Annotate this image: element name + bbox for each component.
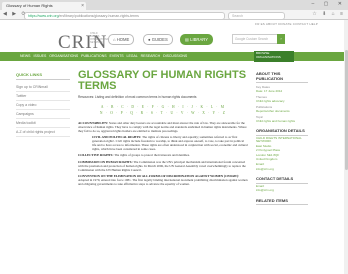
- quick-links-heading: QUICK LINKS: [16, 72, 70, 80]
- entry-term: COLLECTIVE RIGHTS:: [78, 153, 114, 158]
- url-bar: ◀ ▶ ⟳ https://www.crin.org/en/library/pu…: [0, 10, 348, 20]
- home-label: HOME: [116, 37, 130, 42]
- glossary-entry: CIVIL AND POLITICAL RIGHTS: The rights o…: [78, 135, 248, 151]
- about-publication-heading: ABOUT THIS PUBLICATION: [256, 71, 308, 83]
- main-menu[interactable]: NEWS ISSUES ORGANISATIONS PUBLICATIONS E…: [20, 52, 187, 61]
- alphabet-index[interactable]: A · B · C · D · E · F · G · H · I · J · …: [78, 104, 248, 116]
- home-icon: ⌂: [113, 37, 116, 42]
- main-content: GLOSSARY OF HUMAN RIGHTS TERMS Resources…: [78, 70, 248, 188]
- organisation-details-heading: ORGANISATION DETAILS: [256, 128, 308, 136]
- quick-link[interactable]: A-Z of child rights project: [16, 128, 70, 137]
- entry-definition: The rights of groups to protect their in…: [114, 153, 190, 158]
- quick-links: QUICK LINKS Sign up to CRINmail Twitter …: [16, 72, 70, 137]
- toolbar-icons[interactable]: ☆ ⬇ ⌂ ≡: [312, 11, 345, 17]
- quick-link[interactable]: Sign up to CRINmail: [16, 83, 70, 92]
- entry-definition: Adopted in 1979, entered into force 1981…: [78, 177, 248, 186]
- guides-icon: ●: [148, 37, 151, 42]
- glossary-entry: COMMISSION ON HUMAN RIGHTS: The Commissi…: [78, 160, 248, 172]
- quick-link[interactable]: Campaigns: [16, 110, 70, 119]
- browser-tab[interactable]: Glossary of Human Rights ×: [2, 2, 86, 10]
- guides-button[interactable]: ● GUIDES: [143, 34, 173, 45]
- org-line[interactable]: CHILD RIGHTS INTERNATIONAL NETWORK: [256, 136, 308, 144]
- search-go-button[interactable]: ›: [277, 34, 285, 44]
- intro-text: Resources: Listing and definition of mos…: [78, 95, 197, 99]
- address-field[interactable]: https://www.crin.org/en/library/publicat…: [24, 11, 225, 20]
- org-email-link[interactable]: info@crin.org: [256, 167, 308, 172]
- quick-link[interactable]: Copy a video: [16, 101, 70, 110]
- browser-window: Glossary of Human Rights × – ▢ ✕ ◀ ▶ ⟳ h…: [0, 0, 348, 274]
- library-button[interactable]: ▤ LIBRARY: [180, 34, 213, 45]
- glossary-body: ACCOUNTABILITY: States and other duty be…: [78, 121, 248, 186]
- alphabet-row[interactable]: N · O · P · Q · R · S · T · U · V · W · …: [78, 110, 248, 116]
- tab-title: Glossary of Human Rights: [6, 3, 53, 8]
- window-controls[interactable]: – ▢ ✕: [312, 1, 346, 7]
- publication-sidebar: ABOUT THIS PUBLICATION Key Dates Date: 1…: [256, 71, 308, 206]
- library-label: LIBRARY: [190, 37, 208, 42]
- contact-details-heading: CONTACT DETAILS: [256, 177, 308, 184]
- guides-label: GUIDES: [151, 37, 168, 42]
- site-search-input[interactable]: Google Custom Search: [232, 34, 278, 44]
- url-host: https://www.crin.org: [28, 13, 59, 18]
- quick-link[interactable]: Media toolkit: [16, 119, 70, 128]
- top-links[interactable]: FR ES ABOUT DONATE CONTACT HELP: [255, 22, 318, 26]
- field-value[interactable]: Reports/other documents: [256, 109, 308, 113]
- library-icon: ▤: [185, 37, 189, 42]
- scrollbar-thumb[interactable]: [344, 50, 348, 170]
- field-value[interactable]: Child rights advocacy: [256, 99, 308, 103]
- glossary-entry: ACCOUNTABILITY: States and other duty be…: [78, 121, 248, 133]
- browse-organisations-badge[interactable]: BROWSE ORGANISATIONS: [254, 51, 294, 62]
- tab-close-icon[interactable]: ×: [81, 2, 84, 10]
- related-items-heading: RELATED ITEMS: [256, 198, 308, 206]
- tab-bar: Glossary of Human Rights × – ▢ ✕: [0, 0, 348, 10]
- home-button[interactable]: ⌂ HOME: [108, 34, 135, 45]
- quick-link[interactable]: Twitter: [16, 92, 70, 101]
- field-value[interactable]: Date: 17 June 2012: [256, 89, 308, 93]
- url-path: /en/library/publications/glossary-human-…: [58, 13, 139, 18]
- logo-subtitle: CHILD RIGHTS INTERNATIONAL NETWORK: [90, 32, 110, 44]
- browser-search-input[interactable]: Search: [228, 11, 285, 20]
- field-value[interactable]: Child rights and human rights: [256, 119, 308, 123]
- contact-email-link[interactable]: info@crin.org: [256, 189, 308, 193]
- page-scrollbar[interactable]: [344, 20, 348, 274]
- glossary-entry: CONVENTION ON THE ELIMINATION OF ALL FOR…: [78, 174, 248, 186]
- page-title: GLOSSARY OF HUMAN RIGHTS TERMS: [78, 69, 247, 92]
- web-page: FR ES ABOUT DONATE CONTACT HELP CRIN CHI…: [0, 20, 348, 274]
- glossary-entry: COLLECTIVE RIGHTS: The rights of groups …: [78, 153, 248, 157]
- main-menu-bar: NEWS ISSUES ORGANISATIONS PUBLICATIONS E…: [0, 51, 348, 62]
